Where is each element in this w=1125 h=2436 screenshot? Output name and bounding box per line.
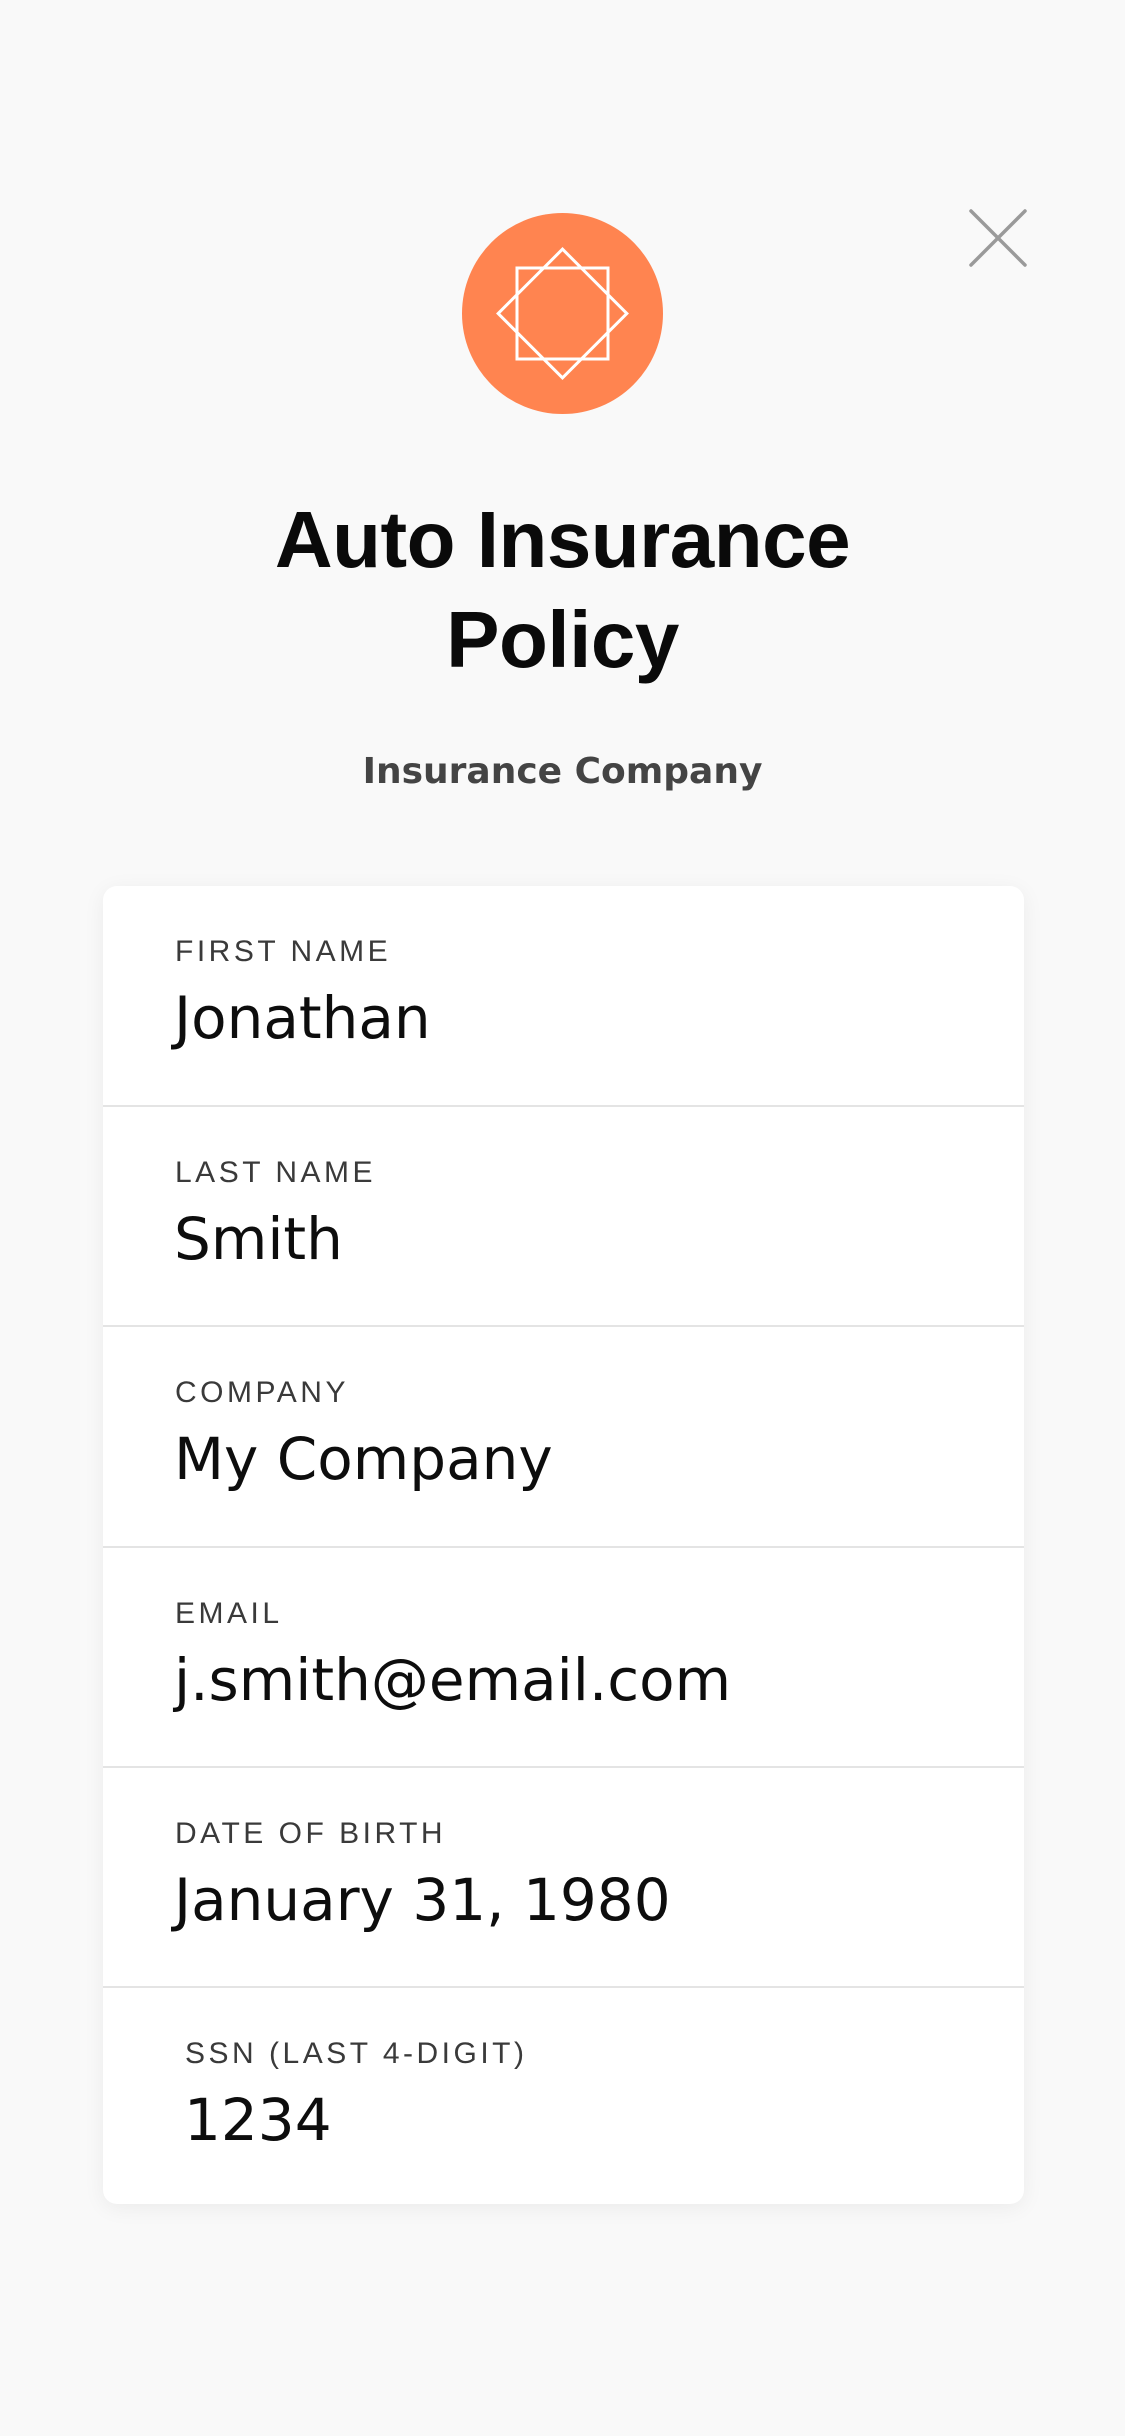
field-value: My Company xyxy=(174,1425,553,1493)
field-value: j.smith@email.com xyxy=(174,1646,732,1714)
close-icon xyxy=(969,209,1027,267)
first-name-field[interactable]: FIRST NAME Jonathan xyxy=(103,886,1024,1107)
field-label: FIRST NAME xyxy=(175,935,392,968)
field-label: COMPANY xyxy=(175,1376,349,1409)
company-field[interactable]: COMPANY My Company xyxy=(103,1327,1024,1548)
field-label: EMAIL xyxy=(175,1597,283,1630)
field-value: Smith xyxy=(174,1205,343,1273)
close-button[interactable] xyxy=(960,208,1036,268)
field-label: LAST NAME xyxy=(175,1156,376,1189)
company-subtitle: Insurance Company xyxy=(362,751,763,792)
email-field[interactable]: EMAIL j.smith@email.com xyxy=(103,1548,1024,1768)
page-title: Auto Insurance Policy xyxy=(0,490,1125,690)
title-line-2: Policy xyxy=(446,595,679,684)
last-name-field[interactable]: LAST NAME Smith xyxy=(103,1107,1024,1327)
rotated-squares-star-icon xyxy=(496,247,629,380)
field-value: Jonathan xyxy=(174,984,431,1052)
ssn-field[interactable]: SSN (LAST 4-DIGIT) 1234 xyxy=(103,1988,1024,2204)
field-value: January 31, 1980 xyxy=(174,1866,671,1934)
field-value: 1234 xyxy=(184,2086,332,2154)
date-of-birth-field[interactable]: DATE OF BIRTH January 31, 1980 xyxy=(103,1768,1024,1988)
field-label: DATE OF BIRTH xyxy=(175,1817,447,1850)
policy-logo xyxy=(462,213,663,414)
title-line-1: Auto Insurance xyxy=(274,495,851,584)
policy-details-card: FIRST NAME Jonathan LAST NAME Smith COMP… xyxy=(103,886,1024,2204)
field-label: SSN (LAST 4-DIGIT) xyxy=(185,2037,528,2070)
